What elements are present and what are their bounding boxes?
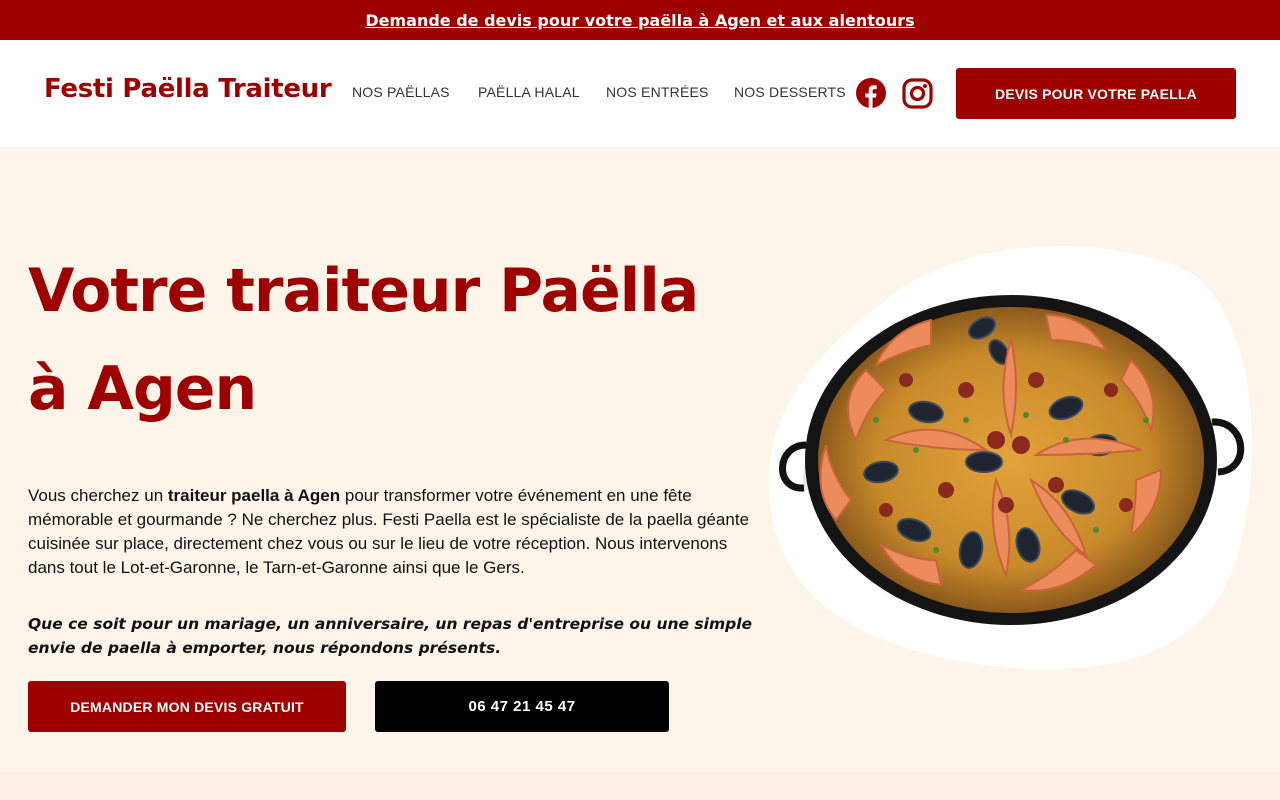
facebook-icon[interactable] <box>855 77 887 109</box>
hero-title-line2: à Agen <box>28 354 257 424</box>
hero-quote: Que ce soit pour un mariage, un annivers… <box>28 615 753 657</box>
quote-request-link[interactable]: Demande de devis pour votre paëlla à Age… <box>365 11 914 30</box>
announcement-bar: Demande de devis pour votre paëlla à Age… <box>0 0 1280 40</box>
nav-item-paellas[interactable]: NOS PAËLLAS <box>352 84 450 100</box>
hero-title: Votre traiteur Paëlla à Agen <box>28 242 748 438</box>
hero-text-before: Vous cherchez un <box>28 486 168 505</box>
hero-text-bold: traiteur paella à Agen <box>167 486 341 505</box>
nav-item-entrees[interactable]: NOS ENTRÉES <box>606 84 709 100</box>
phone-button[interactable]: 06 47 21 45 47 <box>375 681 669 732</box>
nav-item-paella-halal[interactable]: PAËLLA HALAL <box>478 84 580 100</box>
header-quote-button[interactable]: DEVIS POUR VOTRE PAELLA <box>956 68 1236 119</box>
nav-item-desserts[interactable]: NOS DESSERTS <box>734 84 846 100</box>
hero-title-line1: Votre traiteur Paëlla <box>28 256 699 326</box>
paella-image <box>766 240 1256 670</box>
hero-description: Vous cherchez un traiteur paella à Agen … <box>28 484 753 580</box>
site-header: Festi Paëlla Traiteur NOS PAËLLAS PAËLLA… <box>0 40 1280 147</box>
request-quote-button[interactable]: DEMANDER MON DEVIS GRATUIT <box>28 681 346 732</box>
site-logo[interactable]: Festi Paëlla Traiteur <box>44 74 332 104</box>
section-divider <box>0 772 1280 800</box>
instagram-icon[interactable] <box>901 77 933 109</box>
